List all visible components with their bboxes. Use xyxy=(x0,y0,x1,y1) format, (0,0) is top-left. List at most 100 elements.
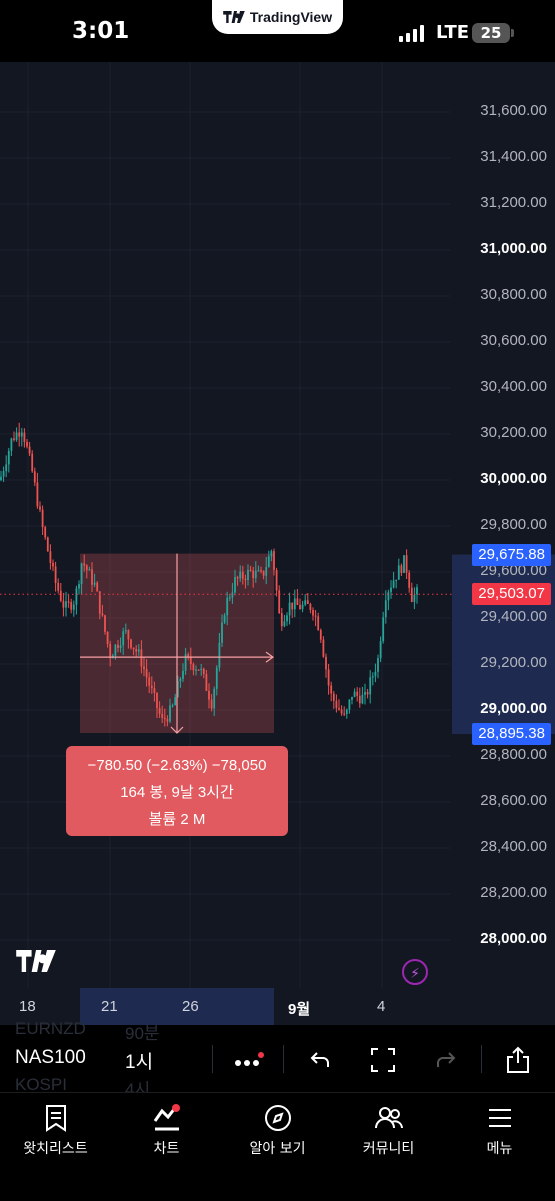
candle-body xyxy=(67,601,70,603)
ghost-interval: 90분 xyxy=(125,1024,160,1043)
candle-body xyxy=(371,676,374,678)
undo-icon[interactable] xyxy=(300,1040,340,1080)
more-dots-icon[interactable] xyxy=(228,1040,268,1080)
interval-selector[interactable]: 1시 xyxy=(125,1047,153,1074)
candle-body xyxy=(400,565,403,573)
candle-body xyxy=(358,695,361,704)
community-icon xyxy=(374,1107,403,1129)
symbol-selector[interactable]: NAS100 xyxy=(15,1047,86,1069)
candle-body xyxy=(392,580,395,588)
price-axis-label: 30,200.00 xyxy=(480,424,547,441)
tradingview-logo-icon xyxy=(223,11,245,23)
candle-body xyxy=(189,656,192,665)
candle-body xyxy=(382,617,385,642)
lightning-icon[interactable]: ⚡ xyxy=(402,959,428,985)
candle-body xyxy=(221,622,223,643)
candle-body xyxy=(174,697,177,706)
share-icon[interactable] xyxy=(498,1040,538,1080)
candle-body xyxy=(249,569,252,572)
price-axis-label: 29,200.00 xyxy=(480,654,547,671)
candle-body xyxy=(163,717,166,720)
candle-body xyxy=(223,615,226,623)
price-axis-label: 30,000.00 xyxy=(480,470,547,487)
candle-body xyxy=(408,572,411,588)
candle-body xyxy=(364,692,366,695)
candle-body xyxy=(280,613,283,627)
candle-body xyxy=(179,678,182,682)
bottom-nav: 왓치리스트 차트 알아 보기 커뮤니티 메뉴 xyxy=(0,1092,555,1201)
candle-body xyxy=(301,604,304,610)
candle-body xyxy=(247,569,249,581)
nav-explore[interactable]: 알아 보기 xyxy=(222,1093,333,1173)
candle-body xyxy=(156,692,158,708)
candle-body xyxy=(52,562,54,567)
candle-body xyxy=(15,432,18,440)
candle-body xyxy=(377,658,379,672)
candle-body xyxy=(379,641,382,659)
redo-icon[interactable] xyxy=(426,1040,466,1080)
candle-body xyxy=(91,569,93,585)
candle-body xyxy=(283,621,286,627)
compass-icon xyxy=(264,1105,291,1131)
candle-body xyxy=(135,649,138,652)
candle-body xyxy=(96,582,99,592)
nav-community[interactable]: 커뮤니티 xyxy=(333,1093,444,1173)
candle-body xyxy=(33,471,36,483)
candle-body xyxy=(215,667,218,689)
candle-body xyxy=(132,647,135,650)
candle-body xyxy=(314,615,317,617)
nav-chart[interactable]: 차트 xyxy=(111,1093,222,1173)
nav-label: 메뉴 xyxy=(486,1141,513,1157)
candle-body xyxy=(57,582,60,591)
candle-body xyxy=(10,438,13,451)
signal-icon xyxy=(399,24,424,42)
tradingview-pill-label: TradingView xyxy=(249,9,333,25)
candle-body xyxy=(403,555,405,573)
candle-body xyxy=(267,556,270,568)
candle-body xyxy=(23,432,26,442)
fullscreen-icon[interactable] xyxy=(363,1040,403,1080)
candle-body xyxy=(299,604,301,610)
price-axis-label: 28,600.00 xyxy=(480,792,547,809)
current-price-tag: 29,503.07 xyxy=(472,583,551,606)
candle-body xyxy=(0,476,2,480)
candle-body xyxy=(340,709,343,714)
nav-menu[interactable]: 메뉴 xyxy=(444,1093,555,1173)
candlestick-chart[interactable] xyxy=(0,62,555,988)
candle-body xyxy=(72,604,75,610)
candle-body xyxy=(312,610,314,616)
candle-body xyxy=(244,578,247,581)
candle-body xyxy=(26,441,28,447)
tradingview-pill[interactable]: TradingView xyxy=(212,0,343,34)
candle-body xyxy=(197,669,200,671)
candle-body xyxy=(325,656,327,670)
candle-body xyxy=(36,482,39,507)
candle-body xyxy=(213,688,216,709)
candle-body xyxy=(343,713,346,715)
candle-body xyxy=(13,438,15,440)
candle-body xyxy=(143,666,145,670)
candle-body xyxy=(241,571,244,579)
candle-body xyxy=(41,509,44,528)
candle-body xyxy=(18,432,21,437)
candle-body xyxy=(309,603,312,611)
tradingview-watermark-icon xyxy=(16,950,56,972)
candle-body xyxy=(366,692,369,695)
candle-body xyxy=(210,699,213,709)
candle-body xyxy=(5,464,8,472)
time-label: 18 xyxy=(19,998,36,1015)
candle-body xyxy=(286,615,288,622)
candle-body xyxy=(202,668,205,675)
candle-body xyxy=(104,615,106,632)
time-label: 4 xyxy=(377,998,386,1015)
candle-body xyxy=(387,592,390,601)
candle-body xyxy=(226,597,229,616)
candle-body xyxy=(335,700,338,709)
candle-body xyxy=(117,644,119,648)
candle-body xyxy=(7,450,10,465)
low-price-tag: 28,895.38 xyxy=(472,723,551,746)
candle-body xyxy=(127,630,130,640)
nav-watchlist[interactable]: 왓치리스트 xyxy=(0,1093,111,1173)
candle-body xyxy=(296,598,299,605)
candle-body xyxy=(200,668,203,671)
